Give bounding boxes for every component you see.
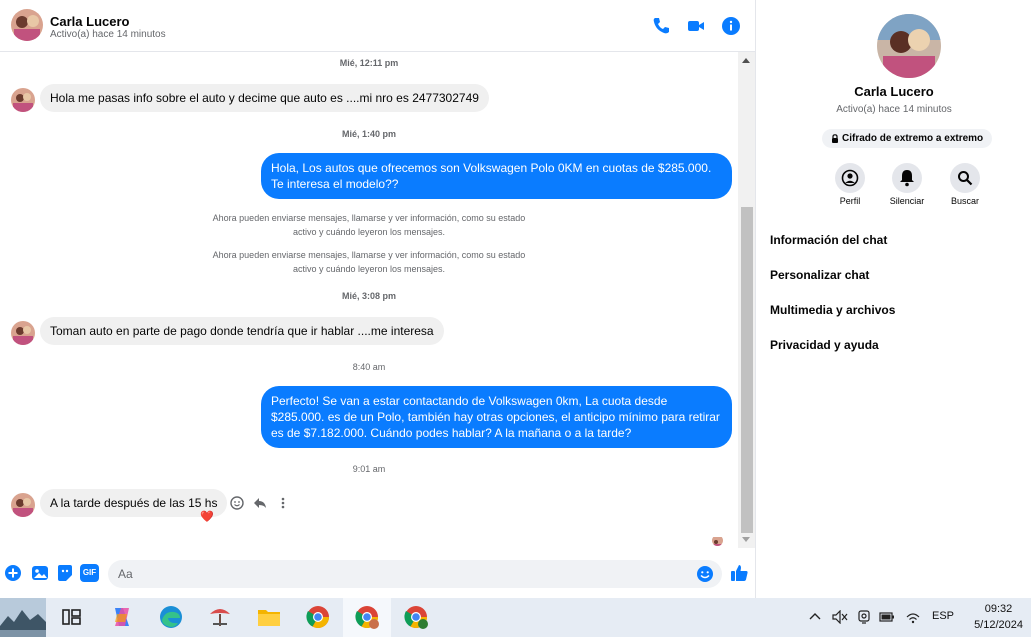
system-notice: Ahora pueden enviarse mensajes, llamarse… — [0, 248, 738, 276]
scrollbar-thumb[interactable] — [741, 207, 753, 533]
system-notice-line: activo y cuándo leyeron los mensajes. — [292, 227, 446, 237]
emoji-icon[interactable] — [696, 565, 714, 583]
chrome-icon[interactable] — [401, 602, 431, 632]
search-icon — [958, 171, 973, 186]
system-notice-line: Ahora pueden enviarse mensajes, llamarse… — [212, 213, 526, 223]
read-receipt-avatar — [712, 535, 723, 546]
react-icon[interactable] — [229, 495, 245, 511]
avatar — [11, 321, 35, 345]
chrome-icon[interactable] — [352, 602, 382, 632]
clock[interactable]: 09:32 5/12/2024 — [974, 601, 1023, 633]
profile-button[interactable] — [835, 163, 865, 193]
message-input-placeholder: Aa — [118, 567, 133, 581]
battery-icon[interactable] — [879, 611, 895, 623]
clock-date: 5/12/2024 — [974, 619, 1023, 631]
profile-name: Carla Lucero — [854, 84, 934, 99]
incoming-message[interactable]: Toman auto en parte de pago donde tendrí… — [40, 317, 444, 345]
edge-icon[interactable] — [156, 602, 186, 632]
scroll-up-arrow[interactable] — [742, 58, 750, 63]
outgoing-message[interactable]: Hola, Los autos que ofrecemos son Volksw… — [261, 153, 732, 199]
file-explorer-icon[interactable] — [254, 602, 284, 632]
language-indicator[interactable]: ESP — [932, 610, 954, 622]
panel-item-customize-chat[interactable]: Personalizar chat — [770, 268, 869, 282]
scroll-down-arrow[interactable] — [742, 537, 750, 542]
image-icon[interactable] — [31, 564, 49, 582]
system-notice-line: activo y cuándo leyeron los mensajes. — [292, 264, 446, 274]
message-list[interactable]: Mié, 12:11 pm Hola me pasas info sobre e… — [0, 52, 738, 552]
contact-status: Activo(a) hace 14 minutos — [50, 29, 166, 40]
outgoing-message[interactable]: Perfecto! Se van a estar contactando de … — [261, 386, 732, 448]
avatar — [11, 493, 35, 517]
reply-icon[interactable] — [252, 495, 268, 511]
timestamp: Mié, 1:40 pm — [341, 129, 397, 139]
widgets-icon[interactable] — [0, 598, 46, 637]
panel-item-chat-info[interactable]: Información del chat — [770, 233, 887, 247]
panel-item-media-files[interactable]: Multimedia y archivos — [770, 303, 895, 317]
profile-label: Perfil — [839, 196, 861, 206]
taskbar: ESP 09:32 5/12/2024 — [0, 598, 1031, 637]
composer: GIF Aa — [0, 552, 756, 598]
clock-time: 09:32 — [984, 603, 1013, 615]
chat-header: Carla Lucero Activo(a) hace 14 minutos — [0, 0, 756, 52]
scrollbar[interactable] — [738, 52, 755, 548]
sticker-icon[interactable] — [56, 564, 74, 582]
encryption-label: Cifrado de extremo a extremo — [842, 133, 984, 144]
system-notice-line: Ahora pueden enviarse mensajes, llamarse… — [212, 250, 526, 260]
profile-avatar[interactable] — [877, 14, 941, 78]
heart-reaction[interactable]: ❤️ — [200, 510, 214, 523]
encryption-badge[interactable]: Cifrado de extremo a extremo — [822, 129, 993, 148]
active-taskbar-item[interactable] — [343, 598, 391, 637]
video-icon[interactable] — [686, 16, 706, 36]
camera-icon[interactable] — [857, 610, 871, 624]
profile-icon — [841, 169, 859, 187]
timestamp: 9:01 am — [352, 464, 386, 474]
messenger-window: Carla Lucero Activo(a) hace 14 minutos M… — [0, 0, 1031, 598]
like-icon[interactable] — [729, 563, 749, 583]
timestamp: 8:40 am — [352, 362, 386, 372]
incoming-message[interactable]: Hola me pasas info sobre el auto y decim… — [40, 84, 489, 112]
panel-item-privacy-help[interactable]: Privacidad y ayuda — [770, 338, 879, 352]
info-icon[interactable] — [721, 16, 741, 36]
chrome-icon[interactable] — [303, 602, 333, 632]
chat-info-panel: Carla Lucero Activo(a) hace 14 minutos C… — [757, 0, 1031, 598]
bell-icon — [900, 170, 914, 187]
gif-icon[interactable]: GIF — [80, 564, 99, 582]
contact-name[interactable]: Carla Lucero — [50, 14, 129, 29]
task-view-icon[interactable] — [56, 602, 86, 632]
timestamp: Mié, 12:11 pm — [339, 58, 399, 68]
phone-icon[interactable] — [651, 16, 671, 36]
plus-icon[interactable] — [4, 564, 22, 582]
mute-label: Silenciar — [889, 196, 925, 206]
volume-muted-icon[interactable] — [832, 610, 848, 624]
wifi-icon[interactable] — [905, 609, 921, 625]
search-label: Buscar — [950, 196, 979, 206]
chevron-up-icon[interactable] — [809, 611, 821, 623]
system-notice: Ahora pueden enviarse mensajes, llamarse… — [0, 211, 738, 239]
copilot-icon[interactable] — [107, 602, 137, 632]
avatar — [11, 88, 35, 112]
message-input[interactable]: Aa — [108, 560, 722, 588]
chat-column: Carla Lucero Activo(a) hace 14 minutos M… — [0, 0, 756, 598]
avatar[interactable] — [11, 9, 43, 41]
profile-status: Activo(a) hace 14 minutos — [836, 104, 952, 115]
more-icon[interactable] — [275, 495, 291, 511]
app-icon[interactable] — [205, 602, 235, 632]
search-button[interactable] — [950, 163, 980, 193]
timestamp: Mié, 3:08 pm — [341, 291, 397, 301]
mute-button[interactable] — [892, 163, 922, 193]
lock-icon — [832, 134, 838, 143]
